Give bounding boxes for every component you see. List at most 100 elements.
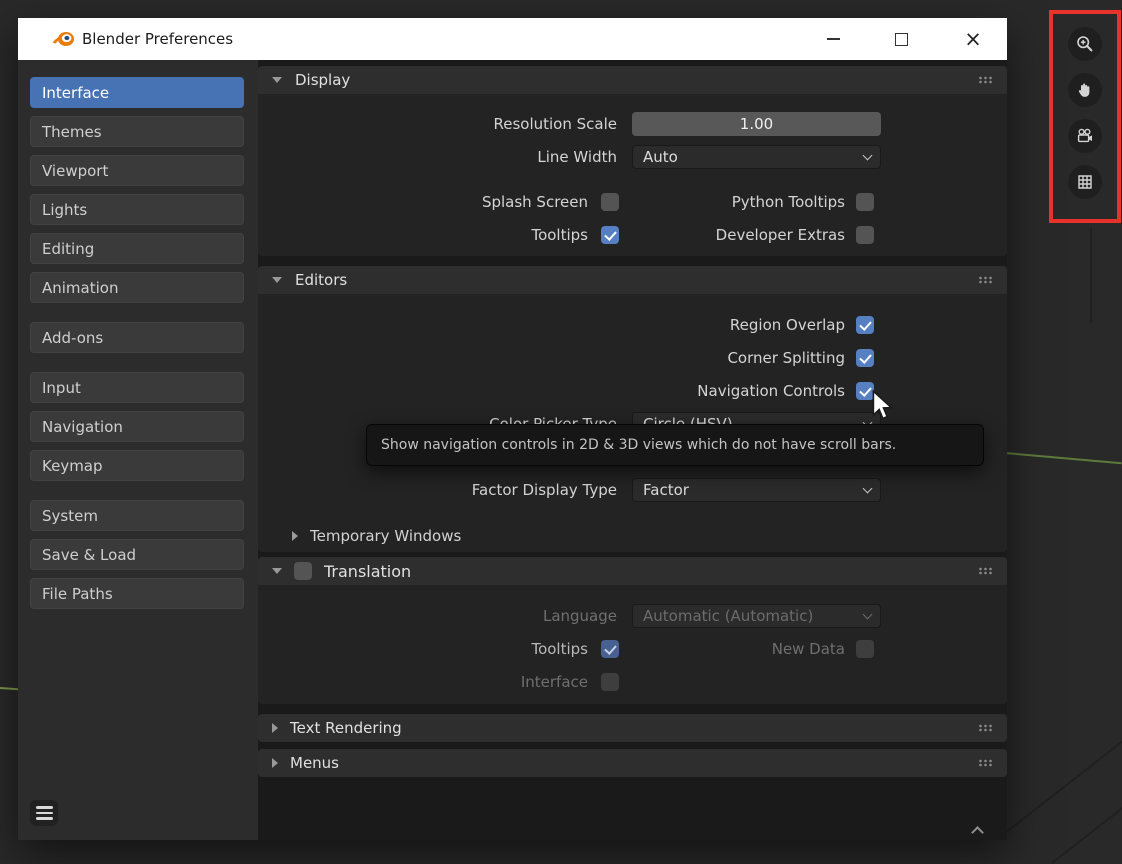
blender-logo-icon xyxy=(52,29,75,52)
close-icon: × xyxy=(964,29,982,50)
collapse-arrow-icon xyxy=(272,568,282,574)
new-data-checkbox[interactable] xyxy=(856,640,874,658)
sidebar-item-label: Keymap xyxy=(42,457,103,475)
tooltip-text: Show navigation controls in 2D & 3D view… xyxy=(381,437,896,453)
new-data-label: New Data xyxy=(619,640,845,658)
grid-line xyxy=(999,713,1122,838)
zoom-gizmo-button[interactable] xyxy=(1068,27,1102,61)
developer-extras-label: Developer Extras xyxy=(619,226,845,244)
sidebar-item-label: File Paths xyxy=(42,585,113,603)
sidebar-item-themes[interactable]: Themes xyxy=(30,116,244,147)
grid-gizmo-button[interactable] xyxy=(1068,165,1102,199)
subpanel-temporary-windows[interactable]: Temporary Windows xyxy=(258,524,461,548)
camera-gizmo-button[interactable] xyxy=(1068,119,1102,153)
sidebar-item-navigation[interactable]: Navigation xyxy=(30,411,244,442)
sidebar-item-input[interactable]: Input xyxy=(30,372,244,403)
preferences-window: Blender Preferences × Interface Themes V… xyxy=(18,18,1007,840)
expand-arrow-icon xyxy=(292,531,298,541)
sidebar-item-system[interactable]: System xyxy=(30,500,244,531)
region-overlap-checkbox[interactable] xyxy=(856,316,874,334)
section-header-menus[interactable]: Menus xyxy=(258,749,1007,777)
line-width-dropdown[interactable]: Auto xyxy=(632,145,881,169)
hand-icon xyxy=(1075,80,1095,100)
factor-display-type-label: Factor Display Type xyxy=(258,481,617,499)
chevron-down-icon xyxy=(863,609,873,619)
python-tooltips-label: Python Tooltips xyxy=(619,193,845,211)
grid-line xyxy=(1090,228,1092,323)
sidebar-item-label: Themes xyxy=(42,123,102,141)
tooltips-checkbox[interactable] xyxy=(601,226,619,244)
annotation-highlight-box xyxy=(1049,10,1121,223)
navigation-controls-label: Navigation Controls xyxy=(258,382,845,400)
sidebar-item-label: Editing xyxy=(42,240,94,258)
sidebar-item-label: Interface xyxy=(42,84,109,102)
zoom-icon xyxy=(1075,34,1095,54)
window-title: Blender Preferences xyxy=(82,18,233,60)
chevron-down-icon xyxy=(863,150,873,160)
axis-line-green-right xyxy=(1005,452,1122,464)
grid-icon xyxy=(1075,172,1095,192)
factor-display-type-dropdown[interactable]: Factor xyxy=(632,478,881,502)
resolution-scale-field[interactable]: 1.00 xyxy=(632,112,881,136)
section-header-translation[interactable]: Translation xyxy=(258,557,1007,585)
factor-display-type-value: Factor xyxy=(643,481,689,499)
language-label: Language xyxy=(258,607,617,625)
minimize-icon xyxy=(827,38,840,40)
mouse-cursor-icon xyxy=(871,390,895,426)
maximize-button[interactable] xyxy=(883,18,919,60)
sidebar-item-interface[interactable]: Interface xyxy=(30,77,244,108)
sidebar-item-label: Navigation xyxy=(42,418,123,436)
panel-drag-handle-icon[interactable] xyxy=(978,567,994,575)
tooltips-label: Tooltips xyxy=(258,226,588,244)
pan-gizmo-button[interactable] xyxy=(1068,73,1102,107)
developer-extras-checkbox[interactable] xyxy=(856,226,874,244)
translate-interface-checkbox[interactable] xyxy=(601,673,619,691)
section-title: Editors xyxy=(295,271,347,289)
translate-tooltips-checkbox[interactable] xyxy=(601,640,619,658)
corner-splitting-label: Corner Splitting xyxy=(258,349,845,367)
section-title: Display xyxy=(295,71,350,89)
sidebar-item-lights[interactable]: Lights xyxy=(30,194,244,225)
splash-screen-checkbox[interactable] xyxy=(601,193,619,211)
language-dropdown[interactable]: Automatic (Automatic) xyxy=(632,604,881,628)
section-title: Translation xyxy=(324,562,411,581)
sidebar-item-editing[interactable]: Editing xyxy=(30,233,244,264)
sidebar-item-keymap[interactable]: Keymap xyxy=(30,450,244,481)
chevron-down-icon xyxy=(863,483,873,493)
panel-drag-handle-icon[interactable] xyxy=(978,724,994,732)
region-overlap-label: Region Overlap xyxy=(258,316,845,334)
section-title: Menus xyxy=(290,754,339,772)
collapse-arrow-icon xyxy=(272,77,282,83)
close-button[interactable]: × xyxy=(955,18,991,60)
panel-drag-handle-icon[interactable] xyxy=(978,276,994,284)
sidebar-item-label: Viewport xyxy=(42,162,108,180)
sidebar-item-label: Save & Load xyxy=(42,546,136,564)
subpanel-title: Temporary Windows xyxy=(310,527,461,545)
sidebar-item-label: System xyxy=(42,507,98,525)
panel-drag-handle-icon[interactable] xyxy=(978,759,994,767)
splash-screen-label: Splash Screen xyxy=(258,193,588,211)
scroll-up-button[interactable] xyxy=(965,822,989,838)
camera-icon xyxy=(1075,126,1095,146)
sidebar-item-addons[interactable]: Add-ons xyxy=(30,322,244,353)
language-value: Automatic (Automatic) xyxy=(643,607,813,625)
hamburger-menu-icon[interactable] xyxy=(30,800,58,826)
sidebar-item-file-paths[interactable]: File Paths xyxy=(30,578,244,609)
minimize-button[interactable] xyxy=(815,18,851,60)
section-header-text-rendering[interactable]: Text Rendering xyxy=(258,714,1007,742)
sidebar-item-save-load[interactable]: Save & Load xyxy=(30,539,244,570)
sidebar-item-animation[interactable]: Animation xyxy=(30,272,244,303)
panel-drag-handle-icon[interactable] xyxy=(978,76,994,84)
section-header-editors[interactable]: Editors xyxy=(258,266,1007,294)
line-width-label: Line Width xyxy=(258,148,617,166)
collapse-arrow-icon xyxy=(272,277,282,283)
sidebar-item-viewport[interactable]: Viewport xyxy=(30,155,244,186)
section-header-display[interactable]: Display xyxy=(258,66,1007,94)
sidebar-item-label: Input xyxy=(42,379,81,397)
expand-arrow-icon xyxy=(272,758,278,768)
python-tooltips-checkbox[interactable] xyxy=(856,193,874,211)
sidebar-item-label: Lights xyxy=(42,201,87,219)
window-titlebar[interactable]: Blender Preferences × xyxy=(18,18,1007,60)
translation-enable-checkbox[interactable] xyxy=(294,562,312,580)
corner-splitting-checkbox[interactable] xyxy=(856,349,874,367)
